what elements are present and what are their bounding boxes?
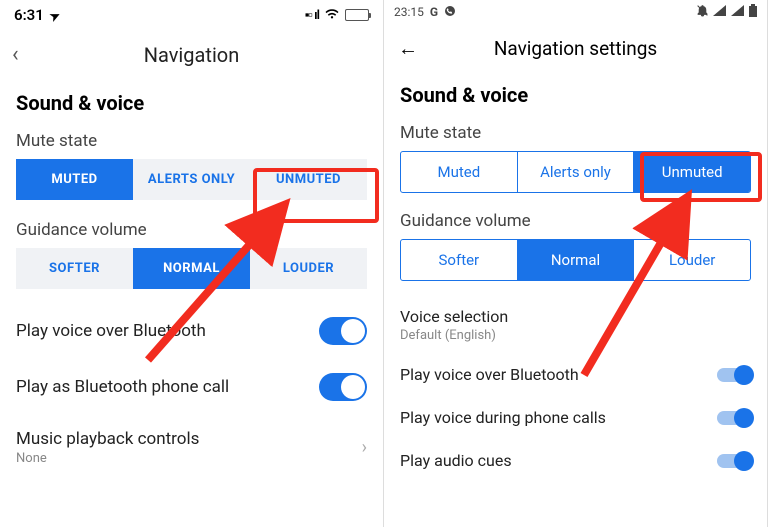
toggle-switch[interactable] bbox=[717, 454, 751, 468]
location-icon: ➤ bbox=[47, 8, 62, 25]
section-heading: Sound & voice bbox=[384, 69, 767, 117]
ios-screen: 6:31 ➤ ▪▫ ıl ‹ Navigation Sound & voice … bbox=[0, 0, 384, 527]
battery-icon bbox=[345, 9, 369, 21]
android-screen: 23:15 G ← Navigation settings Sound & vo… bbox=[384, 0, 768, 527]
back-button[interactable]: ‹ bbox=[12, 42, 36, 67]
google-icon: G bbox=[430, 5, 438, 19]
section-heading: Sound & voice bbox=[0, 77, 383, 125]
toggle-switch[interactable] bbox=[717, 411, 751, 425]
toggle-switch[interactable] bbox=[319, 317, 367, 345]
ios-status-bar: 6:31 ➤ ▪▫ ıl bbox=[0, 0, 383, 28]
toggle-row-bluetooth: Play voice over Bluetooth bbox=[0, 303, 383, 359]
guidance-volume-label: Guidance volume bbox=[0, 214, 383, 248]
segment-normal[interactable]: Normal bbox=[518, 240, 635, 280]
toggle-switch[interactable] bbox=[319, 373, 367, 401]
toggle-label: Play voice during phone calls bbox=[400, 408, 606, 427]
segment-muted[interactable]: Muted bbox=[401, 152, 518, 192]
row-label: Voice selection bbox=[400, 307, 751, 326]
toggle-label: Play voice over Bluetooth bbox=[400, 365, 579, 384]
guidance-segmented: SOFTER NORMAL LOUDER bbox=[16, 248, 367, 289]
status-time: 6:31 ➤ bbox=[14, 6, 60, 24]
page-title: Navigation bbox=[36, 43, 347, 67]
chevron-right-icon: › bbox=[362, 437, 367, 458]
toggle-label: Play as Bluetooth phone call bbox=[16, 377, 229, 397]
voice-selection-row[interactable]: Voice selection Default (English) bbox=[384, 293, 767, 353]
android-header: ← Navigation settings bbox=[384, 24, 767, 69]
music-playback-row[interactable]: Music playback controls None › bbox=[0, 415, 383, 480]
toggle-label: Play audio cues bbox=[400, 451, 512, 470]
mute-state-label: Mute state bbox=[384, 117, 767, 151]
android-status-bar: 23:15 G bbox=[384, 0, 767, 24]
battery-icon bbox=[749, 4, 757, 20]
segment-softer[interactable]: SOFTER bbox=[16, 248, 133, 289]
guidance-segmented: Softer Normal Louder bbox=[400, 239, 751, 281]
segment-muted[interactable]: MUTED bbox=[16, 159, 133, 200]
mute-segmented: MUTED ALERTS ONLY UNMUTED bbox=[16, 159, 367, 200]
back-button[interactable]: ← bbox=[398, 36, 418, 61]
row-sub-value: Default (English) bbox=[400, 328, 751, 343]
signal-icon bbox=[713, 5, 727, 20]
segment-softer[interactable]: Softer bbox=[401, 240, 518, 280]
page-title: Navigation settings bbox=[418, 37, 733, 60]
signal-icon-2 bbox=[731, 5, 745, 20]
guidance-volume-label: Guidance volume bbox=[384, 205, 767, 239]
wifi-icon bbox=[324, 6, 340, 24]
mute-icon bbox=[696, 4, 709, 20]
mute-state-label: Mute state bbox=[0, 125, 383, 159]
row-label: Music playback controls bbox=[16, 429, 199, 449]
toggle-label: Play voice over Bluetooth bbox=[16, 321, 206, 341]
cellular-icon: ▪▫ ıl bbox=[305, 7, 319, 23]
ios-header: ‹ Navigation bbox=[0, 28, 383, 77]
toggle-row-bluetooth: Play voice over Bluetooth bbox=[384, 353, 767, 396]
segment-unmuted[interactable]: UNMUTED bbox=[250, 159, 367, 200]
toggle-row-audio-cues: Play audio cues bbox=[384, 439, 767, 482]
status-time: 23:15 bbox=[394, 5, 424, 19]
toggle-row-bt-call: Play as Bluetooth phone call bbox=[0, 359, 383, 415]
phone-icon bbox=[444, 5, 456, 20]
toggle-row-phone-calls: Play voice during phone calls bbox=[384, 396, 767, 439]
segment-normal[interactable]: NORMAL bbox=[133, 248, 250, 289]
row-sub-value: None bbox=[16, 451, 199, 466]
mute-segmented: Muted Alerts only Unmuted bbox=[400, 151, 751, 193]
toggle-switch[interactable] bbox=[717, 368, 751, 382]
segment-alerts-only[interactable]: ALERTS ONLY bbox=[133, 159, 250, 200]
segment-louder[interactable]: LOUDER bbox=[250, 248, 367, 289]
segment-alerts-only[interactable]: Alerts only bbox=[518, 152, 635, 192]
segment-louder[interactable]: Louder bbox=[634, 240, 750, 280]
segment-unmuted[interactable]: Unmuted bbox=[634, 152, 750, 192]
